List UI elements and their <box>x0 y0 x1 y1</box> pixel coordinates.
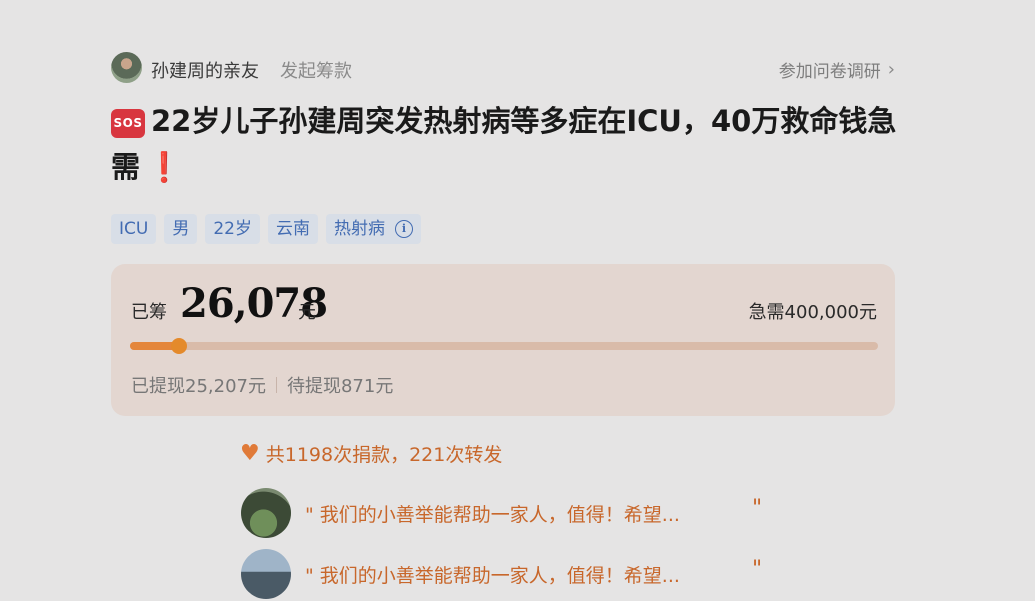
tag-icu: ICU <box>111 214 157 244</box>
progress-bar <box>130 338 878 354</box>
organizer-header: 孙建周的亲友 发起筹款 参加问卷调研 › <box>111 52 895 84</box>
heart-icon: ♥ <box>240 441 260 466</box>
sos-icon: SOS <box>111 109 145 138</box>
organizer-avatar[interactable] <box>111 52 142 83</box>
tag-age: 22岁 <box>205 214 260 244</box>
pending-amount: 待提现871元 <box>286 376 394 397</box>
withdraw-row: 已提现25,207元 待提现871元 <box>131 372 393 398</box>
target-amount: 急需400,000元 <box>748 302 877 323</box>
commenter-avatar <box>241 488 291 538</box>
survey-link[interactable]: 参加问卷调研 › <box>779 57 895 82</box>
progress-bar-knob <box>171 338 187 354</box>
title-text: 22岁儿子孙建周突发热射病等多症在ICU，40万救命钱急需 <box>111 104 897 184</box>
tag-gender: 男 <box>164 214 198 244</box>
tag-location: 云南 <box>267 214 318 244</box>
fundraiser-page: 孙建周的亲友 发起筹款 参加问卷调研 › SOS 22岁儿子孙建周突发热射病等多症… <box>0 0 1035 599</box>
survey-link-label: 参加问卷调研 <box>778 62 881 82</box>
comment-item[interactable]: " 我们的小善举能帮助一家人，值得！希望... " <box>241 488 781 540</box>
donation-summary-text: 共1198次捐款，221次转发 <box>265 444 503 466</box>
exclamation-icon: ❗ <box>146 150 183 184</box>
chevron-right-icon: › <box>887 59 895 80</box>
organizer-name[interactable]: 孙建周的亲友 <box>151 57 259 83</box>
withdrawn-amount: 已提现25,207元 <box>131 376 266 397</box>
comment-text: " 我们的小善举能帮助一家人，值得！希望... <box>305 565 680 587</box>
divider <box>275 377 277 393</box>
comment-item[interactable]: " 我们的小善举能帮助一家人，值得！希望... " <box>241 549 781 601</box>
comment-close-quote: " <box>752 496 763 521</box>
commenter-avatar <box>241 549 291 599</box>
organizer-suffix: 发起筹款 <box>280 61 352 82</box>
comment-text: " 我们的小善举能帮助一家人，值得！希望... <box>305 504 680 526</box>
tag-disease[interactable]: 热射病 i <box>325 214 421 244</box>
raised-unit: 元 <box>298 302 316 323</box>
raised-label: 已筹 <box>131 302 167 323</box>
fundraiser-title: SOS 22岁儿子孙建周突发热射病等多症在ICU，40万救命钱急需 ❗ <box>111 98 901 190</box>
donation-summary[interactable]: ♥ 共1198次捐款，221次转发 <box>240 440 502 467</box>
tag-disease-label: 热射病 <box>333 219 385 239</box>
comment-close-quote: " <box>752 557 763 582</box>
info-icon[interactable]: i <box>394 220 413 238</box>
progress-card: 已筹 26,078 元 急需400,000元 已提现25,207元 待提现871… <box>111 264 895 416</box>
tag-list: ICU 男 22岁 云南 热射病 i <box>111 214 421 244</box>
